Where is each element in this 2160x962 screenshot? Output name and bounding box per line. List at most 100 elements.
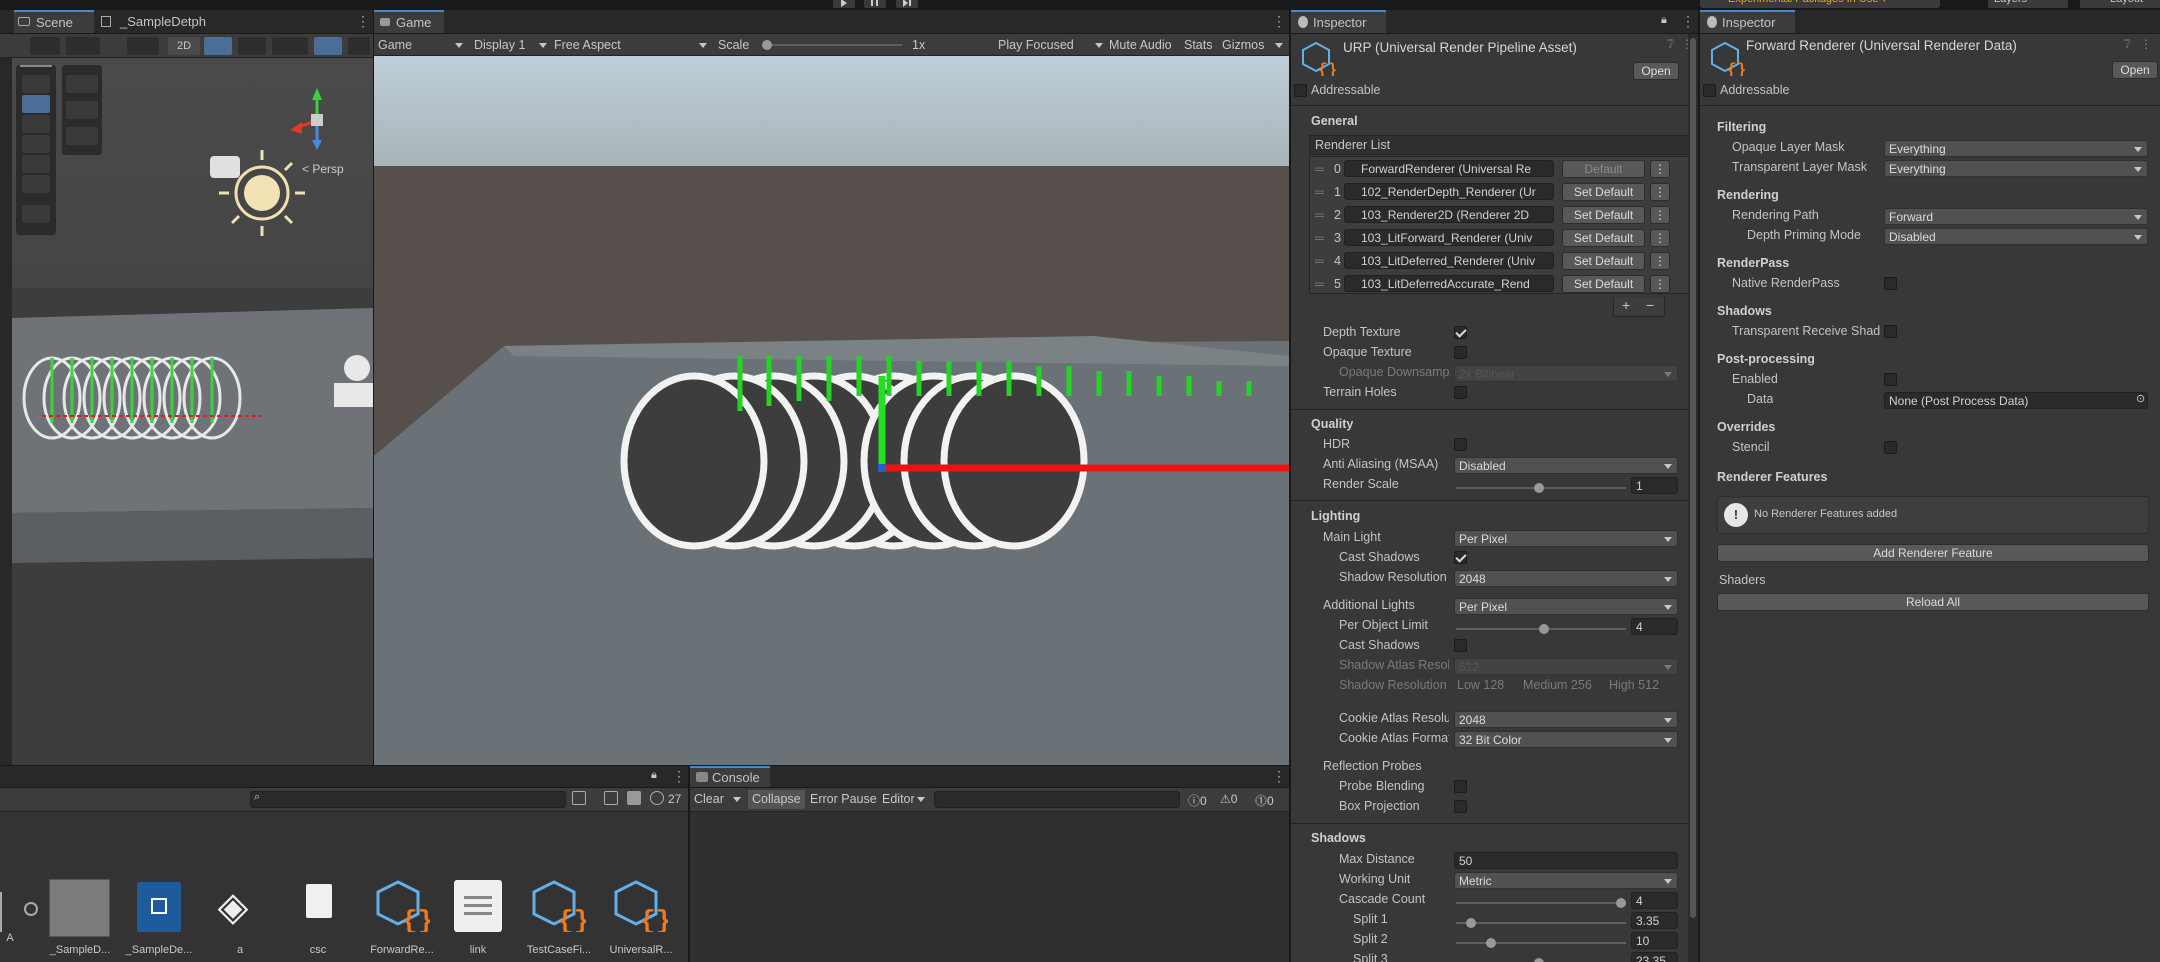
collapse-toggle[interactable]: Collapse <box>748 790 805 809</box>
tier-high[interactable]: High 512 <box>1609 678 1659 692</box>
increment-snap-icon[interactable] <box>66 101 98 119</box>
more-icon[interactable]: ⋮ <box>1272 13 1286 30</box>
project-search-input[interactable] <box>250 791 566 808</box>
split1-input[interactable]: 3.35 <box>1631 912 1678 929</box>
addressable-checkbox[interactable] <box>1703 84 1716 97</box>
shaders-foldout[interactable]: Shaders <box>1719 573 1766 587</box>
render-texture-icon[interactable] <box>137 882 181 932</box>
warning-count[interactable]: ⚠0 <box>1220 792 1237 806</box>
game-viewport[interactable] <box>374 56 1289 765</box>
grid-snap-icon[interactable] <box>66 75 98 93</box>
error-count[interactable]: ⓵0 <box>1255 792 1274 809</box>
set-default-button[interactable]: Set Default <box>1562 183 1645 201</box>
layers-dropdown[interactable]: Layers <box>1988 0 2068 8</box>
rendering-path-dropdown[interactable]: Forward <box>1884 208 2148 225</box>
renderer-data-icon[interactable]: {} <box>374 876 430 932</box>
pp-enabled-checkbox[interactable] <box>1884 373 1897 386</box>
quality-foldout[interactable]: Quality <box>1311 417 1353 431</box>
drag-handle-icon[interactable]: ═ <box>1315 274 1324 294</box>
drag-handle-icon[interactable]: ═ <box>1315 159 1324 179</box>
opaque-mask-dropdown[interactable]: Everything <box>1884 140 2148 157</box>
camera-icon[interactable] <box>348 37 370 55</box>
renderer-row[interactable]: ═ 0 ForwardRenderer (Universal Re Defaul… <box>1310 159 1690 179</box>
row-menu-icon[interactable]: ⋮ <box>1650 160 1670 178</box>
transparent-mask-dropdown[interactable]: Everything <box>1884 160 2148 177</box>
more-icon[interactable]: ⋮ <box>356 13 370 30</box>
row-menu-icon[interactable]: ⋮ <box>1650 206 1670 224</box>
audio-toggle-icon[interactable] <box>238 37 266 55</box>
more-icon[interactable]: ⋮ <box>672 768 686 785</box>
add-item-button[interactable]: + <box>1622 297 1630 313</box>
drag-handle-icon[interactable]: ═ <box>1315 228 1324 248</box>
renderer-field[interactable]: 103_Renderer2D (Renderer 2D <box>1344 206 1554 223</box>
working-unit-dropdown[interactable]: Metric <box>1454 872 1678 889</box>
custom-tool-icon[interactable] <box>22 205 50 223</box>
search-by-type-icon[interactable] <box>572 791 586 805</box>
opaque-texture-checkbox[interactable] <box>1454 346 1467 359</box>
transparent-receive-checkbox[interactable] <box>1884 325 1897 338</box>
remove-item-button[interactable]: − <box>1646 297 1654 313</box>
renderer-list-header[interactable]: Renderer List <box>1309 135 1691 155</box>
help-icon[interactable]: ❔︎ <box>1667 37 1674 52</box>
open-button[interactable]: Open <box>2112 61 2158 79</box>
split2-knob[interactable] <box>1486 938 1496 948</box>
renderer-field[interactable]: 103_LitForward_Renderer (Univ <box>1344 229 1554 246</box>
add-renderer-feature-button[interactable]: Add Renderer Feature <box>1717 544 2149 562</box>
reload-all-button[interactable]: Reload All <box>1717 593 2149 611</box>
cookie-format-dropdown[interactable]: 32 Bit Color <box>1454 731 1678 748</box>
split3-input[interactable]: 23.35 <box>1631 952 1678 962</box>
row-menu-icon[interactable]: ⋮ <box>1650 183 1670 201</box>
asset-thumb[interactable] <box>0 892 2 932</box>
script-file-icon[interactable] <box>306 884 332 918</box>
object-picker-icon[interactable]: ⊙ <box>2136 392 2145 405</box>
addressable-checkbox[interactable] <box>1294 84 1307 97</box>
lighting-foldout[interactable]: Lighting <box>1311 509 1360 523</box>
cascade-count-slider[interactable] <box>1456 898 1626 908</box>
search-icon[interactable] <box>1955 0 1977 8</box>
log-count[interactable]: ⓘ0 <box>1188 792 1207 809</box>
rect-tool-icon[interactable] <box>22 155 50 173</box>
scrollbar[interactable] <box>1688 34 1698 962</box>
display-dropdown[interactable]: Display 1 <box>474 36 550 54</box>
msaa-dropdown[interactable]: Disabled <box>1454 457 1678 474</box>
general-foldout[interactable]: General <box>1311 114 1358 128</box>
probe-blending-checkbox[interactable] <box>1454 780 1467 793</box>
renderer-field[interactable]: 102_RenderDepth_Renderer (Ur <box>1344 183 1554 200</box>
grid-visibility-icon[interactable] <box>66 127 98 145</box>
pause-button[interactable] <box>864 0 886 8</box>
asset-thumb[interactable] <box>49 879 110 937</box>
native-renderpass-checkbox[interactable] <box>1884 277 1897 290</box>
scale-tool-icon[interactable] <box>22 135 50 153</box>
set-default-button[interactable]: Set Default <box>1562 229 1645 247</box>
renderer-row[interactable]: ═ 2 103_Renderer2D (Renderer 2D Set Defa… <box>1310 205 1690 225</box>
favorite-icon[interactable] <box>627 791 641 805</box>
cookie-resolution-dropdown[interactable]: 2048 <box>1454 711 1678 728</box>
hand-tool-icon[interactable] <box>22 75 50 93</box>
game-mode-dropdown[interactable]: Game <box>378 36 466 54</box>
gizmos-dropdown[interactable]: Gizmos <box>1222 36 1286 54</box>
renderer-row[interactable]: ═ 3 103_LitForward_Renderer (Univ Set De… <box>1310 228 1690 248</box>
opaque-downsampling-dropdown[interactable]: 2x Bilinear <box>1454 365 1678 382</box>
scene-viewport[interactable]: < Persp <box>12 58 373 765</box>
per-object-limit-input[interactable]: 4 <box>1631 618 1678 635</box>
unity-scene-icon[interactable]: ◈ <box>210 884 256 930</box>
clear-button[interactable]: Clear <box>694 790 744 808</box>
main-light-dropdown[interactable]: Per Pixel <box>1454 530 1678 547</box>
text-file-icon[interactable] <box>454 880 502 932</box>
cast-shadows-additional-checkbox[interactable] <box>1454 639 1467 652</box>
tier-medium[interactable]: Medium 256 <box>1523 678 1592 692</box>
drag-handle-icon[interactable] <box>20 65 52 69</box>
layout-dropdown[interactable]: Layout <box>2080 0 2160 8</box>
play-icon[interactable] <box>24 902 38 916</box>
test-case-icon[interactable]: {} <box>530 876 586 932</box>
depth-texture-checkbox[interactable] <box>1454 326 1467 339</box>
renderer-field[interactable]: 103_LitDeferred_Renderer (Univ <box>1344 252 1554 269</box>
editor-dropdown[interactable]: Editor <box>882 790 928 808</box>
error-pause-toggle[interactable]: Error Pause <box>810 790 877 809</box>
rotate-tool-icon[interactable] <box>22 115 50 133</box>
lighting-toggle-icon[interactable] <box>204 37 232 55</box>
max-distance-input[interactable]: 50 <box>1454 852 1678 869</box>
stats-toggle[interactable]: Stats <box>1184 36 1213 54</box>
more-icon[interactable]: ⋮ <box>1681 13 1695 30</box>
render-scale-slider[interactable] <box>1456 483 1626 493</box>
